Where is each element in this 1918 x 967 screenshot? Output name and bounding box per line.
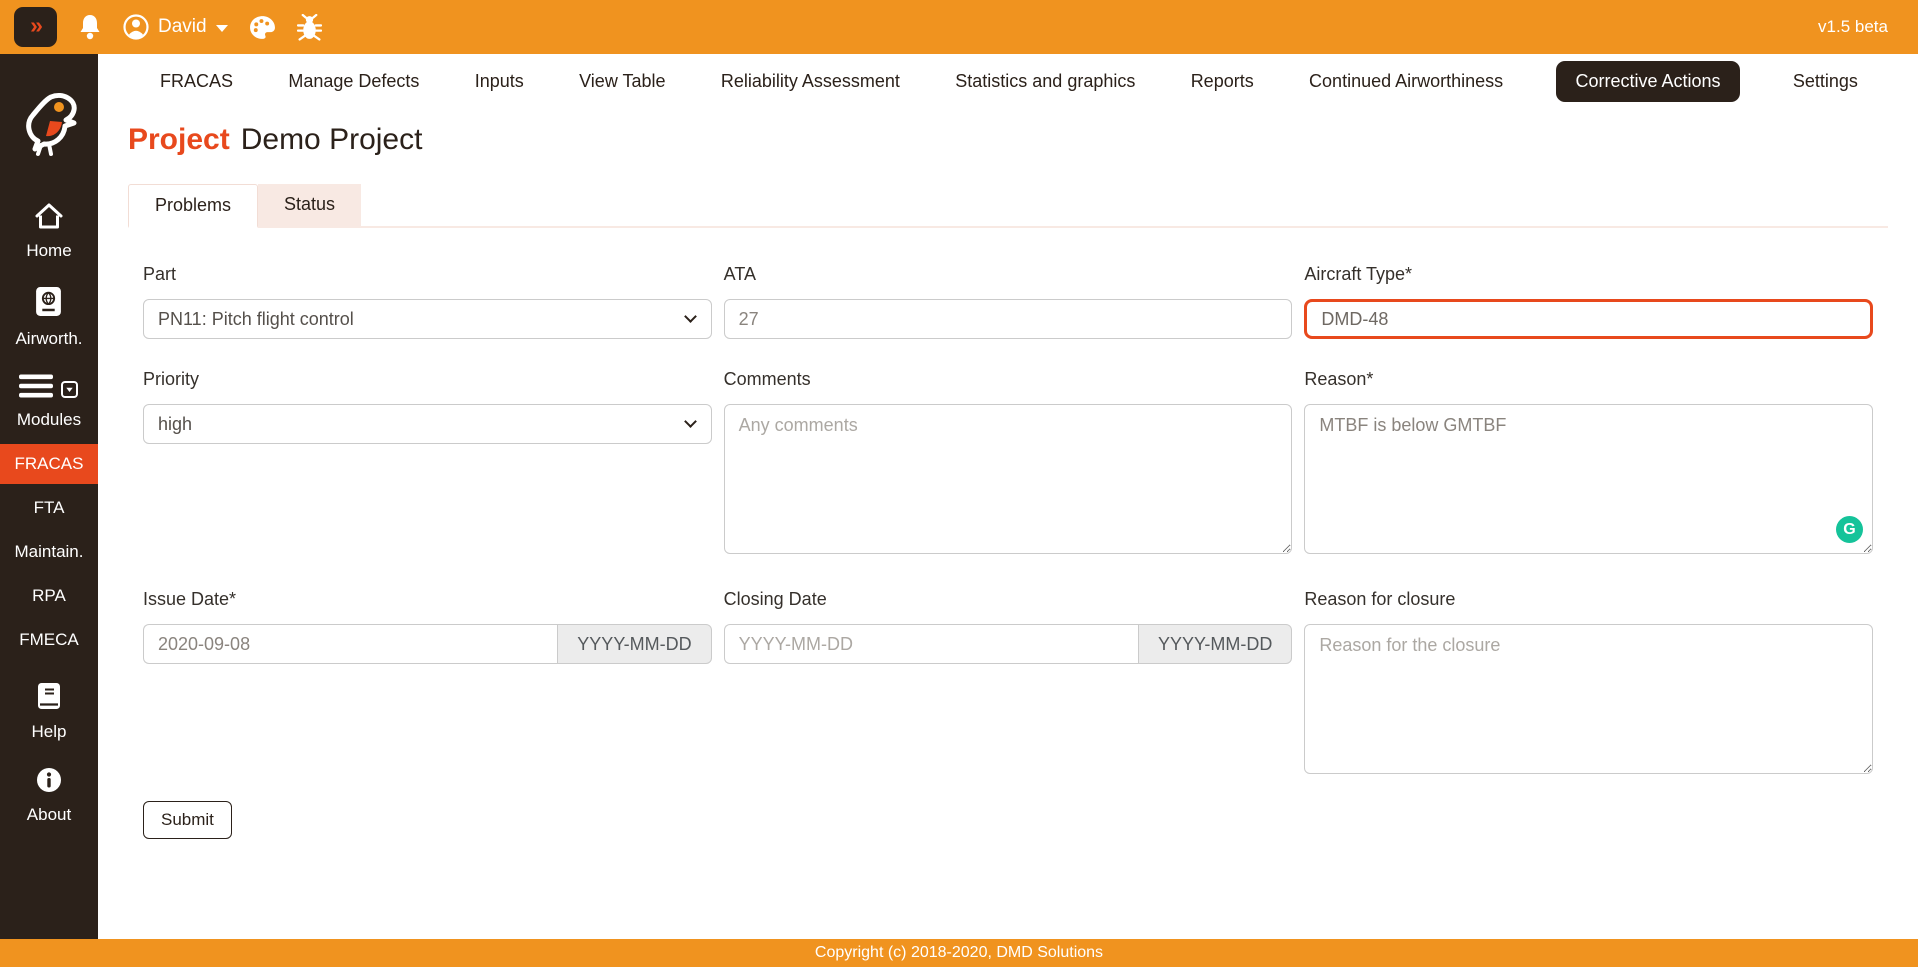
- sidebar-home-label: Home: [26, 241, 72, 260]
- reason-textarea[interactable]: MTBF is below GMTBF: [1304, 404, 1873, 554]
- problem-form: Part PN11: Pitch flight control ATA Airc…: [128, 264, 1888, 779]
- sidebar-modules-label: Modules: [16, 410, 82, 429]
- info-circle-icon: [36, 767, 62, 798]
- closing-date-label: Closing Date: [723, 589, 827, 609]
- sidebar: Home Airworth. Modules FRACAS FTA Mainta…: [0, 54, 98, 967]
- page-title-prefix: Project: [128, 123, 230, 156]
- sidebar-about-label: About: [26, 805, 72, 824]
- priority-select[interactable]: high: [143, 404, 712, 444]
- app-version-label: v1.5 beta: [1818, 17, 1888, 36]
- debug-bug-icon[interactable]: [296, 13, 322, 41]
- field-ata: ATA: [723, 264, 1293, 339]
- main-content: FRACAS Manage Defects Inputs View Table …: [98, 54, 1918, 967]
- sidebar-airworthiness-label: Airworth.: [15, 329, 83, 348]
- sidebar-toggle-button[interactable]: »: [14, 7, 57, 47]
- sidebar-module-maintain[interactable]: Maintain.: [0, 532, 98, 572]
- tab-problems[interactable]: Problems: [128, 184, 259, 228]
- top-bar: » David v1.5 beta: [0, 0, 1918, 54]
- comments-label: Comments: [723, 369, 811, 389]
- field-priority: Priority high: [143, 369, 712, 559]
- field-part: Part PN11: Pitch flight control: [143, 264, 712, 339]
- part-select[interactable]: PN11: Pitch flight control: [143, 299, 712, 339]
- field-issue-date: Issue Date* YYYY-MM-DD: [143, 589, 712, 779]
- home-icon: [34, 203, 64, 234]
- nav-settings[interactable]: Settings: [1791, 65, 1860, 98]
- nav-corrective-actions[interactable]: Corrective Actions: [1556, 60, 1740, 102]
- closing-date-input[interactable]: [723, 624, 1138, 664]
- hamburger-menu-icon: [19, 374, 54, 403]
- sidebar-item-help[interactable]: Help: [31, 682, 67, 742]
- page-title: Project Demo Project: [128, 123, 1888, 157]
- project-name: Demo Project: [240, 123, 423, 156]
- field-reason: Reason* MTBF is below GMTBF G: [1304, 369, 1873, 559]
- closing-date-format-addon: YYYY-MM-DD: [1137, 624, 1293, 664]
- nav-fracas[interactable]: FRACAS: [158, 65, 235, 98]
- nav-statistics-and-graphics[interactable]: Statistics and graphics: [953, 65, 1137, 98]
- part-label: Part: [143, 264, 177, 284]
- field-reason-for-closure: Reason for closure: [1304, 589, 1873, 779]
- sidebar-item-about[interactable]: About: [27, 767, 71, 825]
- closure-reason-textarea[interactable]: [1304, 624, 1873, 774]
- field-aircraft-type: Aircraft Type*: [1304, 264, 1873, 339]
- grammarly-icon[interactable]: G: [1836, 516, 1863, 543]
- user-menu[interactable]: David: [123, 14, 228, 40]
- nav-continued-airworthiness[interactable]: Continued Airworthiness: [1307, 65, 1505, 98]
- sidebar-item-airworthiness[interactable]: Airworth.: [15, 286, 83, 349]
- tab-status[interactable]: Status: [258, 184, 362, 228]
- tab-bar: Problems Status: [128, 184, 1888, 228]
- username: David: [158, 16, 207, 37]
- ata-label: ATA: [723, 264, 756, 284]
- field-closing-date: Closing Date YYYY-MM-DD: [723, 589, 1293, 779]
- aircraft-type-input[interactable]: [1304, 299, 1873, 339]
- app-logo-bird-icon: [17, 92, 81, 163]
- dropdown-box-icon: [61, 381, 79, 403]
- nav-inputs[interactable]: Inputs: [473, 65, 526, 98]
- help-book-icon: [36, 682, 62, 715]
- user-avatar-icon: [123, 14, 149, 40]
- passport-globe-icon: [35, 286, 62, 322]
- sidebar-module-fta[interactable]: FTA: [0, 488, 98, 528]
- footer: Copyright (c) 2018-2020, DMD Solutions: [0, 939, 1918, 967]
- nav-reports[interactable]: Reports: [1189, 65, 1256, 98]
- sidebar-item-home[interactable]: Home: [26, 203, 72, 261]
- sidebar-item-modules[interactable]: Modules: [17, 374, 81, 430]
- module-nav: FRACAS Manage Defects Inputs View Table …: [128, 54, 1888, 108]
- copyright-text: Copyright (c) 2018-2020, DMD Solutions: [814, 944, 1104, 961]
- priority-label: Priority: [143, 369, 200, 389]
- issue-date-format-addon: YYYY-MM-DD: [557, 624, 712, 664]
- theme-palette-icon[interactable]: [249, 15, 276, 40]
- aircraft-type-label: Aircraft Type*: [1304, 264, 1413, 284]
- comments-textarea[interactable]: [723, 404, 1293, 554]
- reason-label: Reason*: [1304, 369, 1374, 389]
- sidebar-module-fmeca[interactable]: FMECA: [0, 620, 98, 660]
- sidebar-module-fracas[interactable]: FRACAS: [0, 444, 98, 484]
- notifications-bell-icon[interactable]: [78, 14, 102, 41]
- sidebar-module-rpa[interactable]: RPA: [0, 576, 98, 616]
- chevron-down-icon: [215, 24, 228, 32]
- closure-reason-label: Reason for closure: [1304, 589, 1456, 609]
- nav-manage-defects[interactable]: Manage Defects: [286, 65, 421, 98]
- nav-reliability-assessment[interactable]: Reliability Assessment: [719, 65, 902, 98]
- ata-input[interactable]: [723, 299, 1293, 339]
- nav-view-table[interactable]: View Table: [577, 65, 667, 98]
- sidebar-help-label: Help: [31, 722, 67, 741]
- field-comments: Comments: [723, 369, 1293, 559]
- issue-date-label: Issue Date*: [143, 589, 237, 609]
- submit-button[interactable]: Submit: [143, 801, 232, 839]
- issue-date-input[interactable]: [143, 624, 558, 664]
